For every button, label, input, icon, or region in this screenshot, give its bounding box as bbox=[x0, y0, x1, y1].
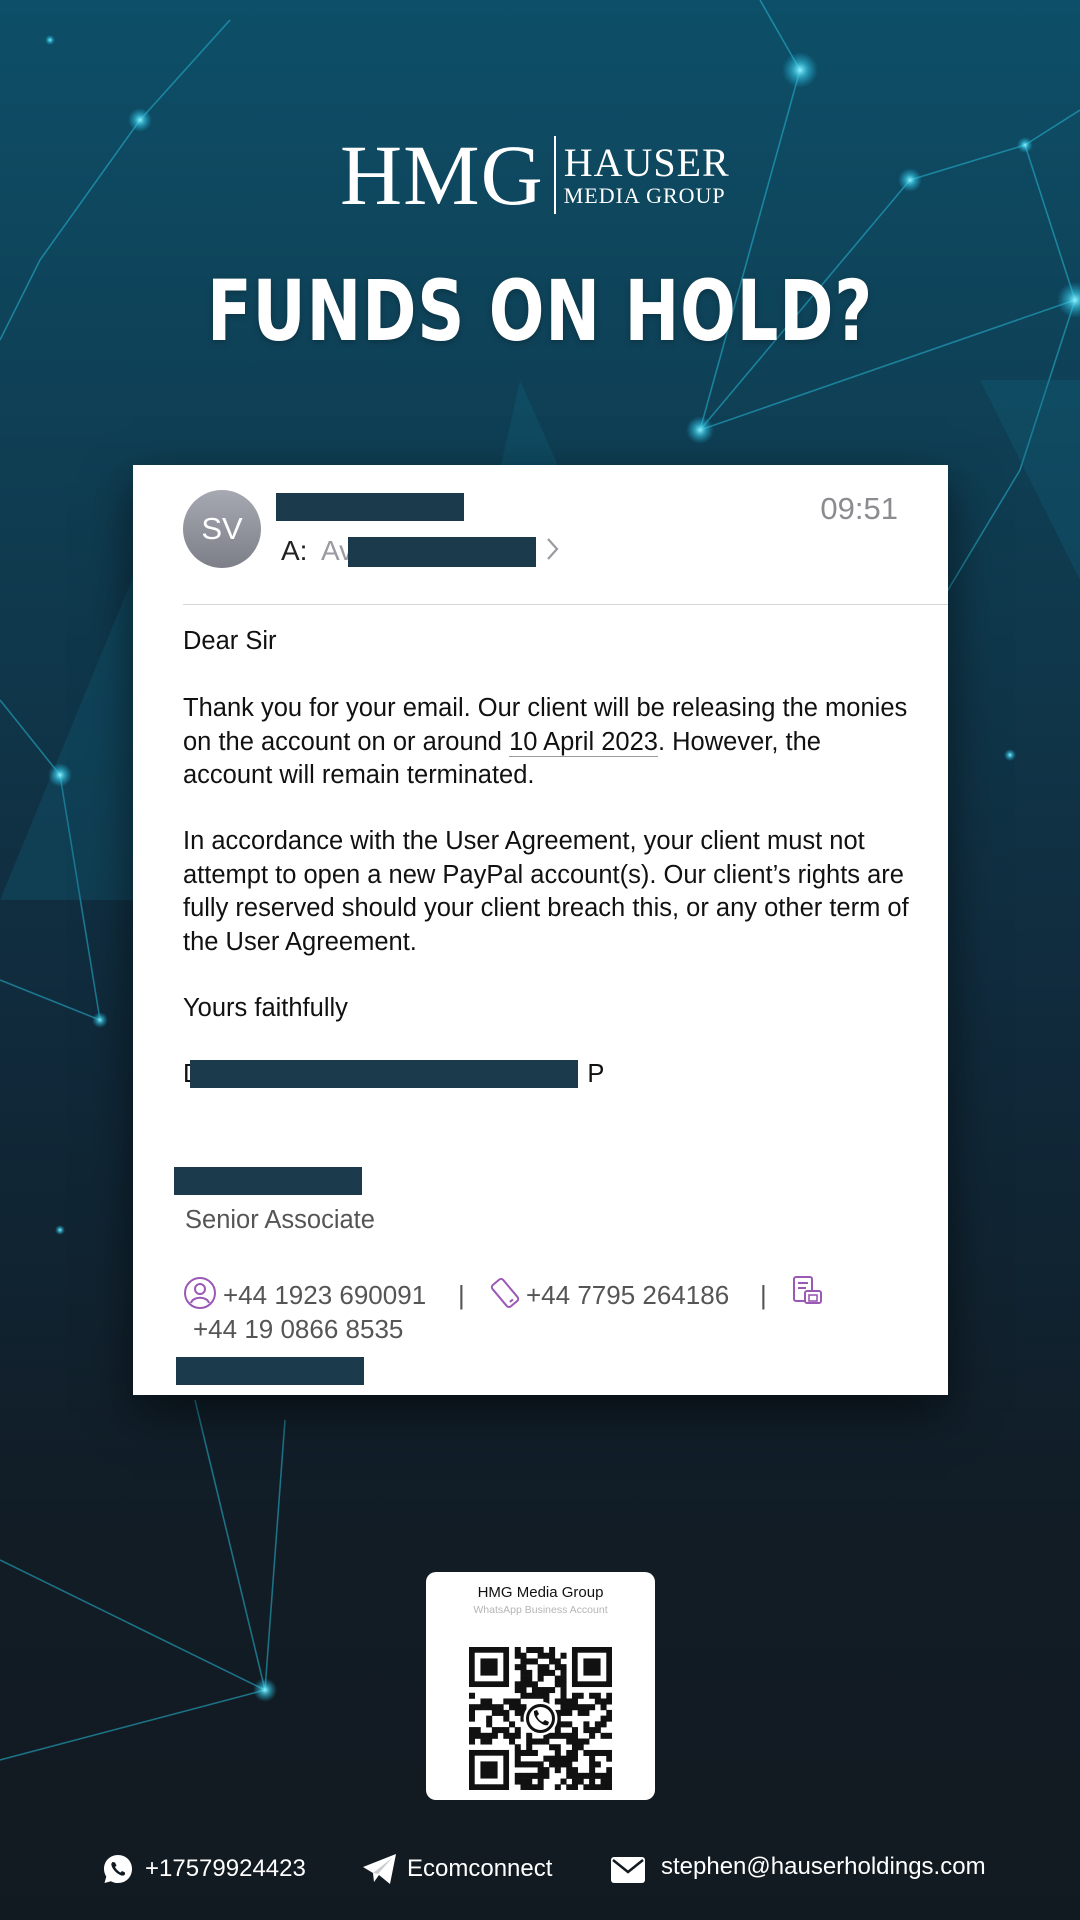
sender-avatar: SV bbox=[183, 490, 261, 568]
logo-wordmark: HAUSER MEDIA GROUP bbox=[564, 143, 730, 207]
email-time: 09:51 bbox=[820, 491, 898, 526]
fax-icon bbox=[793, 1276, 822, 1304]
footer-email-address[interactable]: stephen@hauserholdings.com bbox=[661, 1853, 986, 1881]
headline: FUNDS ON HOLD? bbox=[206, 262, 874, 360]
logo-divider bbox=[553, 136, 556, 214]
redacted-sender-name bbox=[276, 493, 464, 521]
redacted-signatory-name bbox=[174, 1167, 362, 1195]
fax-number[interactable]: +44 19 0866 8535 bbox=[193, 1314, 403, 1345]
footer-telegram-handle[interactable]: Ecomconnect bbox=[407, 1855, 552, 1883]
footer-whatsapp-number[interactable]: +17579924423 bbox=[145, 1855, 306, 1883]
whatsapp-icon bbox=[104, 1855, 132, 1883]
header-divider bbox=[183, 604, 948, 605]
telegram-icon bbox=[363, 1854, 396, 1884]
mail-icon bbox=[611, 1857, 645, 1883]
phone-separator: | bbox=[458, 1280, 465, 1310]
logo-line-1: HAUSER bbox=[563, 140, 730, 185]
contact-icon bbox=[184, 1277, 216, 1309]
whatsapp-account-type: WhatsApp Business Account bbox=[473, 1604, 608, 1616]
email-paragraph-2: In accordance with the User Agreement, y… bbox=[183, 827, 909, 956]
release-date-link[interactable]: 10 April 2023 bbox=[509, 727, 658, 757]
whatsapp-qr-card[interactable]: HMG Media Group WhatsApp Business Accoun… bbox=[426, 1572, 655, 1800]
qr-code-icon[interactable] bbox=[469, 1647, 612, 1790]
chevron-right-icon[interactable] bbox=[545, 535, 561, 563]
mobile-icon bbox=[490, 1278, 520, 1308]
email-greeting: Dear Sir bbox=[183, 627, 277, 655]
hmg-logo: HMG HAUSER MEDIA GROUP bbox=[340, 130, 730, 220]
redacted-firm-name bbox=[190, 1060, 578, 1088]
recipient-label: A: bbox=[281, 535, 308, 566]
redacted-recipient bbox=[348, 537, 536, 567]
sign-off-last-letter: P bbox=[587, 1060, 605, 1088]
office-phone[interactable]: +44 1923 690091 bbox=[223, 1280, 426, 1311]
logo-mark: HMG bbox=[340, 127, 544, 223]
whatsapp-business-name: HMG Media Group bbox=[477, 1584, 604, 1601]
redacted-website bbox=[176, 1357, 364, 1385]
signatory-title: Senior Associate bbox=[185, 1206, 375, 1234]
logo-line-2: MEDIA GROUP bbox=[563, 183, 726, 208]
email-paragraph-1: Thank you for your email. Our client wil… bbox=[183, 692, 913, 793]
email-closing: Yours faithfully bbox=[183, 994, 348, 1022]
email-card: SV A: Av 09:51 Dear Sir Thank you for yo… bbox=[133, 465, 948, 1395]
mobile-phone[interactable]: +44 7795 264186 bbox=[526, 1280, 729, 1311]
phone-separator: | bbox=[760, 1280, 767, 1310]
